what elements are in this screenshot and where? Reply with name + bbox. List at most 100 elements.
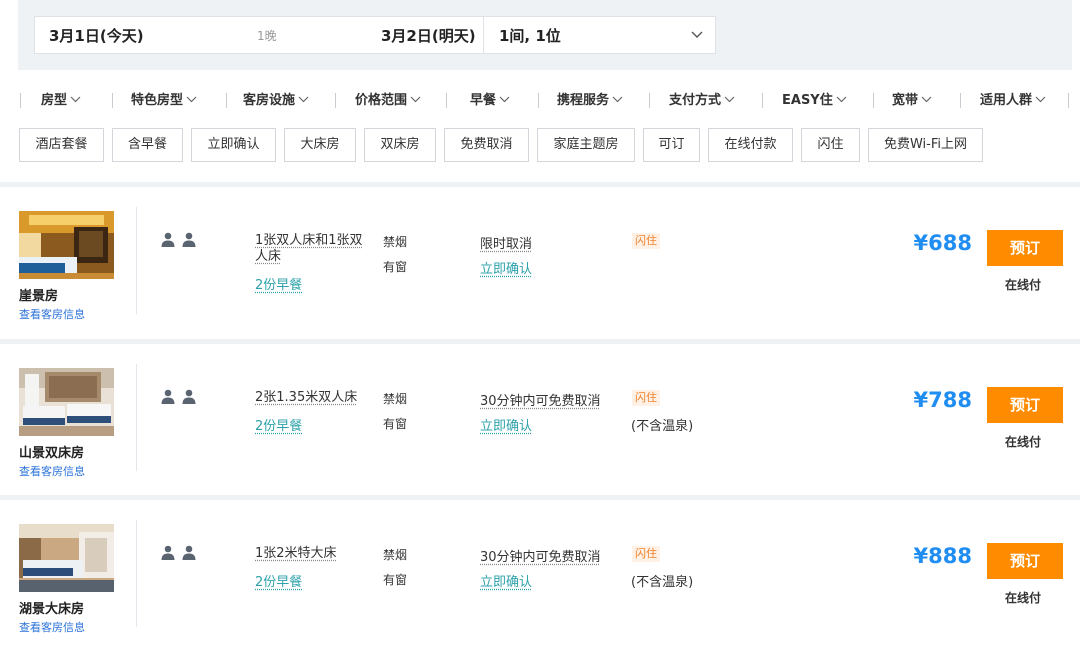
view-room-info-link[interactable]: 查看客房信息 (19, 619, 85, 635)
view-room-info-link[interactable]: 查看客房信息 (19, 463, 85, 479)
filter-label: 宽带 (892, 93, 919, 108)
chevron-down-icon (499, 96, 510, 103)
filter-broadband[interactable]: 宽带 (892, 88, 932, 114)
room-name[interactable]: 山景双床房 (19, 442, 84, 461)
flash-stay-badge[interactable]: 闪住 (632, 233, 660, 249)
tag-flash-stay[interactable]: 闪住 (801, 128, 860, 162)
tag-free-cancel[interactable]: 免费取消 (444, 128, 529, 162)
filter-label: 支付方式 (669, 93, 722, 108)
divider (112, 93, 113, 108)
filter-label: EASY住 (782, 93, 833, 108)
divider (226, 93, 227, 108)
instant-confirm-link[interactable]: 立即确认 (480, 258, 532, 277)
flash-stay-badge[interactable]: 闪住 (632, 546, 660, 562)
tag-twin-bed[interactable]: 双床房 (364, 128, 436, 162)
bed-type[interactable]: 1张双人床和1张双人床 (255, 233, 367, 265)
payment-type: 在线付 (1005, 435, 1042, 449)
smoking-policy: 禁烟 (383, 235, 408, 249)
filter-payment-method[interactable]: 支付方式 (669, 88, 735, 114)
filter-label: 房型 (41, 93, 68, 108)
filter-dropdown-row: 房型 特色房型 客房设施 价格范围 早餐 携程服务 支付方式 EASY住 宽带 … (18, 88, 1072, 114)
divider (136, 207, 137, 314)
filter-label: 早餐 (470, 93, 497, 108)
chevron-down-icon (612, 96, 623, 103)
room-photo[interactable] (19, 211, 114, 279)
checkin-date[interactable]: 3月1日(今天) (49, 17, 144, 55)
tag-king-bed[interactable]: 大床房 (284, 128, 356, 162)
filter-label: 价格范围 (355, 93, 408, 108)
chevron-down-icon (724, 96, 735, 103)
filter-label: 携程服务 (557, 93, 610, 108)
filter-special-room-type[interactable]: 特色房型 (131, 88, 197, 114)
filter-room-type[interactable]: 房型 (41, 88, 81, 114)
tag-free-wifi[interactable]: 免费Wi-Fi上网 (868, 128, 983, 162)
date-guest-selector[interactable]: 3月1日(今天) 1晚 3月2日(明天) 1间, 1位 (34, 16, 716, 54)
breakfast-info[interactable]: 2份早餐 (255, 415, 302, 434)
room-row: 湖景大床房 查看客房信息 1张2米特大床 2份早餐 禁烟 有窗 30分钟内可免费… (0, 500, 1080, 650)
nights-count: 1晚 (257, 29, 277, 43)
filter-breakfast[interactable]: 早餐 (470, 88, 510, 114)
tag-family-theme-room[interactable]: 家庭主题房 (537, 128, 635, 162)
payment-type: 在线付 (1005, 591, 1042, 605)
filter-ctrip-service[interactable]: 携程服务 (557, 88, 623, 114)
room-name[interactable]: 湖景大床房 (19, 598, 84, 617)
room-name[interactable]: 崖景房 (19, 285, 58, 304)
book-button[interactable]: 预订 (987, 387, 1063, 423)
window-info: 有窗 (383, 573, 408, 587)
chevron-down-icon (70, 96, 81, 103)
bed-type[interactable]: 2张1.35米双人床 (255, 390, 375, 406)
chevron-down-icon (186, 96, 197, 103)
filter-price-range[interactable]: 价格范围 (355, 88, 421, 114)
cancel-policy[interactable]: 限时取消 (480, 233, 532, 252)
room-row: 崖景房 查看客房信息 1张双人床和1张双人床 2份早餐 禁烟 有窗 限时取消 立… (0, 187, 1080, 337)
filter-label: 适用人群 (980, 93, 1033, 108)
chevron-down-icon (836, 96, 847, 103)
cancel-policy[interactable]: 30分钟内可免费取消 (480, 546, 601, 565)
window-info: 有窗 (383, 417, 408, 431)
person-icon (161, 545, 196, 560)
bed-type[interactable]: 1张2米特大床 (255, 546, 367, 562)
person-icon (161, 232, 196, 247)
room-price: ¥888 (913, 544, 972, 568)
instant-confirm-link[interactable]: 立即确认 (480, 415, 532, 434)
book-button[interactable]: 预订 (987, 230, 1063, 266)
window-info: 有窗 (383, 260, 408, 274)
filter-suitable-for[interactable]: 适用人群 (980, 88, 1046, 114)
chevron-down-icon (1035, 96, 1046, 103)
divider (136, 520, 137, 627)
chevron-down-icon (410, 96, 421, 103)
room-price: ¥688 (913, 231, 972, 255)
filter-easy-stay[interactable]: EASY住 (782, 88, 847, 114)
flash-stay-badge[interactable]: 闪住 (632, 390, 660, 406)
tag-online-payment[interactable]: 在线付款 (708, 128, 793, 162)
room-guest-count[interactable]: 1间, 1位 (499, 17, 561, 55)
divider (20, 93, 21, 108)
filter-label: 客房设施 (243, 93, 296, 108)
tag-hotel-package[interactable]: 酒店套餐 (19, 128, 104, 162)
divider (483, 17, 484, 53)
chevron-down-icon[interactable] (689, 29, 705, 41)
breakfast-info[interactable]: 2份早餐 (255, 274, 302, 293)
tag-bookable[interactable]: 可订 (643, 128, 700, 162)
filter-room-facilities[interactable]: 客房设施 (243, 88, 309, 114)
divider (873, 93, 874, 108)
divider (762, 93, 763, 108)
divider (960, 93, 961, 108)
room-photo[interactable] (19, 368, 114, 436)
view-room-info-link[interactable]: 查看客房信息 (19, 306, 85, 322)
checkout-date[interactable]: 3月2日(明天) (381, 17, 476, 55)
breakfast-info[interactable]: 2份早餐 (255, 571, 302, 590)
smoking-policy: 禁烟 (383, 392, 408, 406)
tag-breakfast-included[interactable]: 含早餐 (112, 128, 183, 162)
tag-instant-confirm[interactable]: 立即确认 (191, 128, 276, 162)
room-photo[interactable] (19, 524, 114, 592)
cancel-policy[interactable]: 30分钟内可免费取消 (480, 390, 601, 409)
divider (538, 93, 539, 108)
payment-type: 在线付 (1005, 278, 1042, 292)
book-button[interactable]: 预订 (987, 543, 1063, 579)
filter-label: 特色房型 (131, 93, 184, 108)
room-price: ¥788 (913, 388, 972, 412)
smoking-policy: 禁烟 (383, 548, 408, 562)
instant-confirm-link[interactable]: 立即确认 (480, 571, 532, 590)
divider (446, 93, 447, 108)
